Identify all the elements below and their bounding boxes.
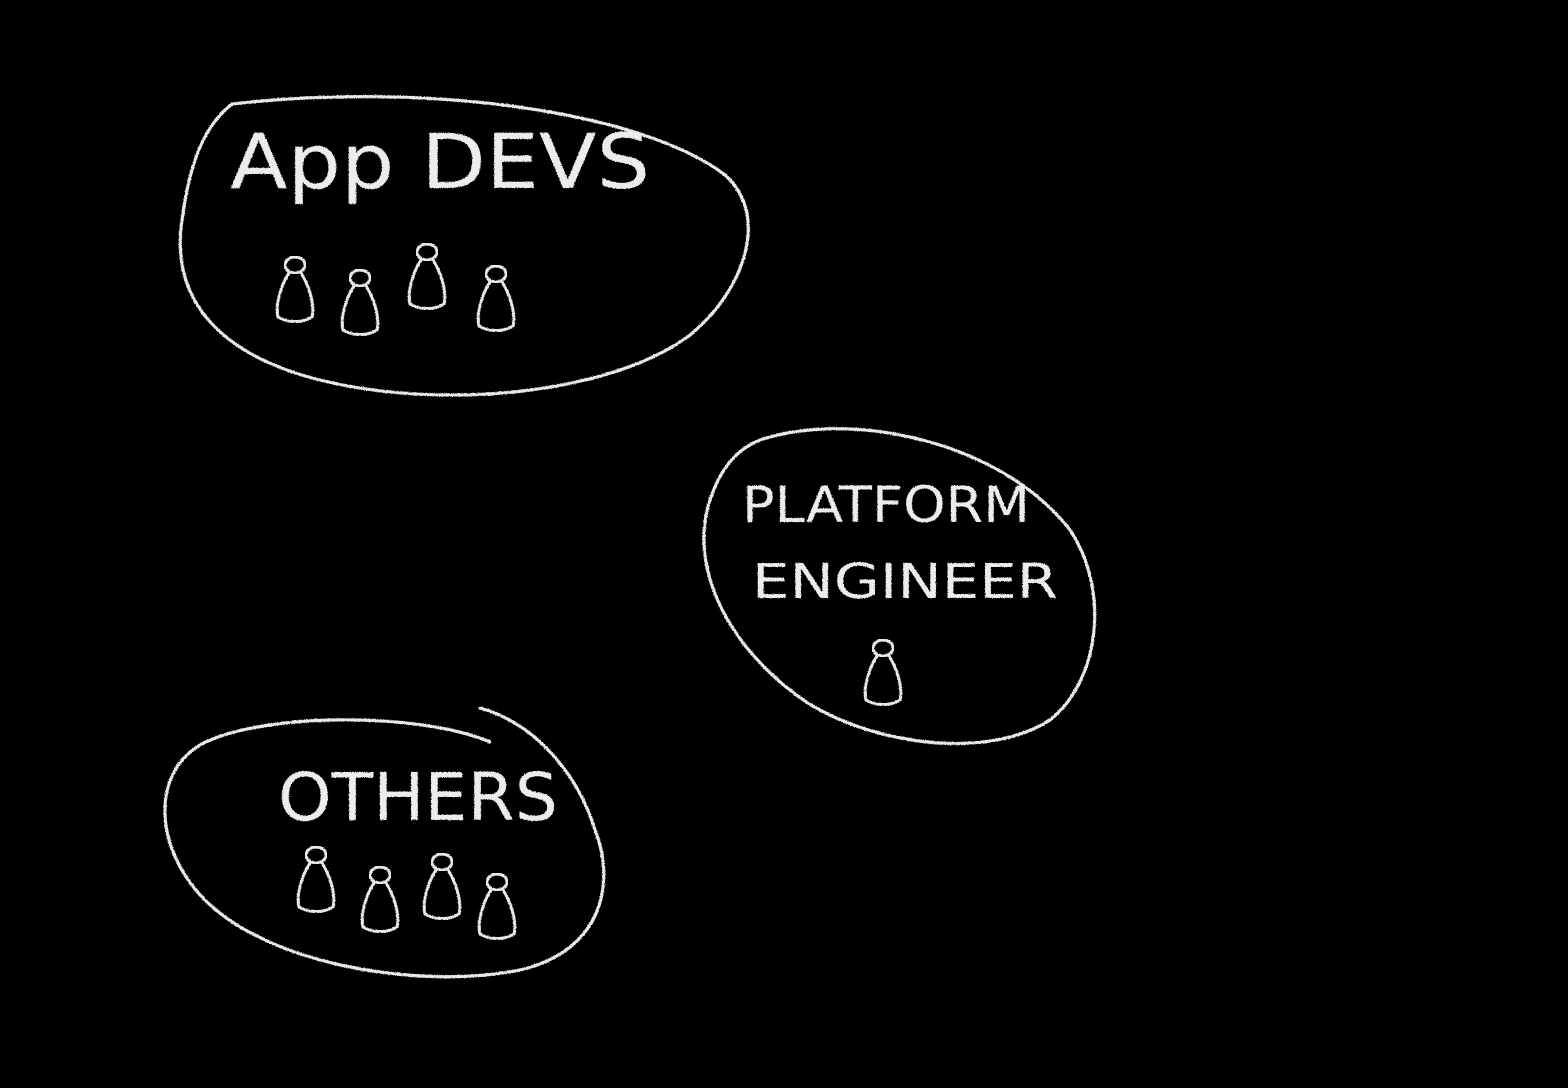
person-icon	[479, 874, 515, 939]
app-devs-label: App DEVS	[230, 117, 650, 206]
person-icon	[424, 854, 460, 919]
platform-engineer-label-line-1: PLATFORM	[742, 476, 1030, 534]
person-icon	[409, 244, 445, 309]
person-icon	[277, 257, 313, 322]
others-label: OTHERS	[278, 759, 558, 836]
person-icon	[865, 640, 901, 705]
person-icon	[342, 270, 378, 335]
app-devs-people	[277, 244, 514, 335]
group-platform-engineer: PLATFORM ENGINEER	[702, 427, 1097, 745]
platform-engineer-label-line-2: ENGINEER	[752, 554, 1058, 610]
others-people	[298, 847, 515, 939]
group-app-devs: App DEVS	[178, 95, 750, 397]
person-icon	[478, 266, 514, 331]
others-circle	[163, 706, 606, 979]
chalkboard-diagram: App DEVS PLATFORM ENGINEER OTHERS	[163, 95, 1097, 979]
person-icon	[298, 847, 334, 912]
person-icon	[362, 867, 398, 932]
group-others: OTHERS	[163, 706, 606, 979]
